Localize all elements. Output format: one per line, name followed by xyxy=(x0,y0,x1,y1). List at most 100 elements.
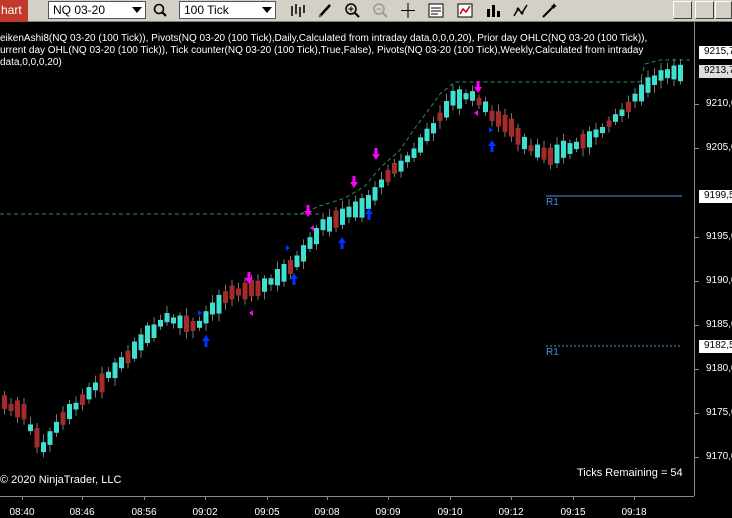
properties-icon[interactable] xyxy=(426,1,446,20)
candle-body xyxy=(424,128,430,142)
candle-body xyxy=(327,216,332,232)
candle-body xyxy=(177,315,183,329)
candle-body xyxy=(15,400,20,418)
candle-body xyxy=(262,278,267,292)
candle-body xyxy=(28,424,33,432)
sell-signal-arrow xyxy=(474,81,482,93)
candle-body xyxy=(522,136,527,150)
candle-body xyxy=(548,147,553,165)
candle-body xyxy=(93,382,98,391)
candle-body xyxy=(60,412,66,425)
time-label: 08:46 xyxy=(69,507,95,518)
candle-body xyxy=(138,334,144,351)
price-chart-plot[interactable] xyxy=(0,22,694,496)
search-instrument-icon[interactable] xyxy=(151,1,171,20)
scale-icon[interactable] xyxy=(511,1,531,20)
candle-body xyxy=(54,421,59,433)
price-tick xyxy=(694,281,699,282)
candle-body xyxy=(197,320,202,328)
candle-body xyxy=(496,111,501,127)
price-label: 9190,0 xyxy=(706,275,732,286)
indicators-icon[interactable] xyxy=(483,1,503,20)
maximize-window-button[interactable] xyxy=(695,1,714,19)
candle-body xyxy=(288,259,293,274)
candle-body xyxy=(307,237,313,249)
price-tick xyxy=(694,104,699,105)
chart-tab[interactable]: hart xyxy=(0,0,28,22)
zoom-out-icon[interactable] xyxy=(371,1,391,20)
candle-body xyxy=(405,155,410,163)
sell-signal-arrow xyxy=(372,148,380,160)
close-window-button[interactable] xyxy=(715,1,732,19)
candle-body xyxy=(223,291,228,303)
candle-body xyxy=(554,144,560,164)
price-axis[interactable] xyxy=(694,22,732,496)
candle-body xyxy=(21,403,27,420)
bar-type-value: 100 Tick xyxy=(184,3,229,17)
buy-signal-arrow xyxy=(365,208,373,220)
candle-body xyxy=(340,208,345,225)
price-tick xyxy=(694,457,699,458)
price-label: 9175,0 xyxy=(706,407,732,418)
time-label: 09:08 xyxy=(314,507,340,518)
candle-body xyxy=(593,129,599,138)
ticks-remaining-text: Ticks Remaining = 54 xyxy=(577,467,683,479)
candle-body xyxy=(229,285,235,300)
chart-toolbar: hart NQ 03-20 100 Tick xyxy=(0,0,732,22)
candle-body xyxy=(99,373,105,393)
crosshair-icon[interactable] xyxy=(398,1,418,20)
indicator-legend-line-2: urrent day OHL(NQ 03-20 (100 Tick)), Tic… xyxy=(0,45,644,56)
candle-body xyxy=(632,93,638,102)
chevron-down-icon xyxy=(132,7,142,13)
candle-body xyxy=(158,319,163,327)
signal-marker xyxy=(249,310,253,316)
candle-body xyxy=(353,201,358,218)
time-label: 09:15 xyxy=(560,507,586,518)
candle-body xyxy=(502,114,508,132)
draw-pencil-icon[interactable] xyxy=(315,1,335,20)
candle-body xyxy=(392,162,397,174)
candle-body xyxy=(184,315,189,332)
candle-body xyxy=(106,371,111,379)
price-tick xyxy=(694,237,699,238)
candle-body xyxy=(145,325,150,344)
candle-body xyxy=(255,280,261,296)
bar-type-select[interactable]: 100 Tick xyxy=(179,1,276,19)
candle-body xyxy=(385,169,391,183)
price-label: 9205,0 xyxy=(706,142,732,153)
strategies-icon[interactable] xyxy=(455,1,475,20)
candle-body xyxy=(509,118,514,137)
price-tick xyxy=(694,148,699,149)
bar-style-icon[interactable] xyxy=(288,1,308,20)
time-axis[interactable] xyxy=(0,496,694,518)
candle-body xyxy=(671,65,677,80)
candle-body xyxy=(444,101,449,118)
candle-body xyxy=(203,311,209,324)
high-price-marker: 9215,7 xyxy=(699,46,732,59)
buy-signal-arrow xyxy=(202,335,210,347)
indicator-legend-line-3: data,0,0,0,20) xyxy=(0,57,62,68)
time-label: 09:05 xyxy=(254,507,280,518)
price-label: 9185,0 xyxy=(706,319,732,330)
candle-body xyxy=(470,91,475,101)
candle-body xyxy=(359,198,365,218)
magic-icon[interactable] xyxy=(539,1,559,20)
candle-body xyxy=(450,90,456,106)
time-tick xyxy=(22,496,23,500)
indicator-legend-line-1: eikenAshi8(NQ 03-20 (100 Tick)), Pivots(… xyxy=(0,33,648,44)
time-label: 09:12 xyxy=(498,507,524,518)
candle-body xyxy=(411,148,417,158)
time-label: 09:02 xyxy=(192,507,218,518)
price-label: 9180,0 xyxy=(706,363,732,374)
last-price-marker: 9213,7 xyxy=(699,65,732,78)
zoom-in-icon[interactable] xyxy=(343,1,363,20)
candle-body xyxy=(34,428,40,448)
candle-body xyxy=(626,101,631,113)
candle-body xyxy=(665,69,670,79)
time-tick xyxy=(634,496,635,500)
restore-window-button[interactable] xyxy=(673,1,692,19)
sell-signal-arrow xyxy=(304,205,312,217)
instrument-select[interactable]: NQ 03-20 xyxy=(48,1,146,19)
candle-body xyxy=(437,112,443,121)
r1-daily-label: R1 xyxy=(546,197,559,208)
